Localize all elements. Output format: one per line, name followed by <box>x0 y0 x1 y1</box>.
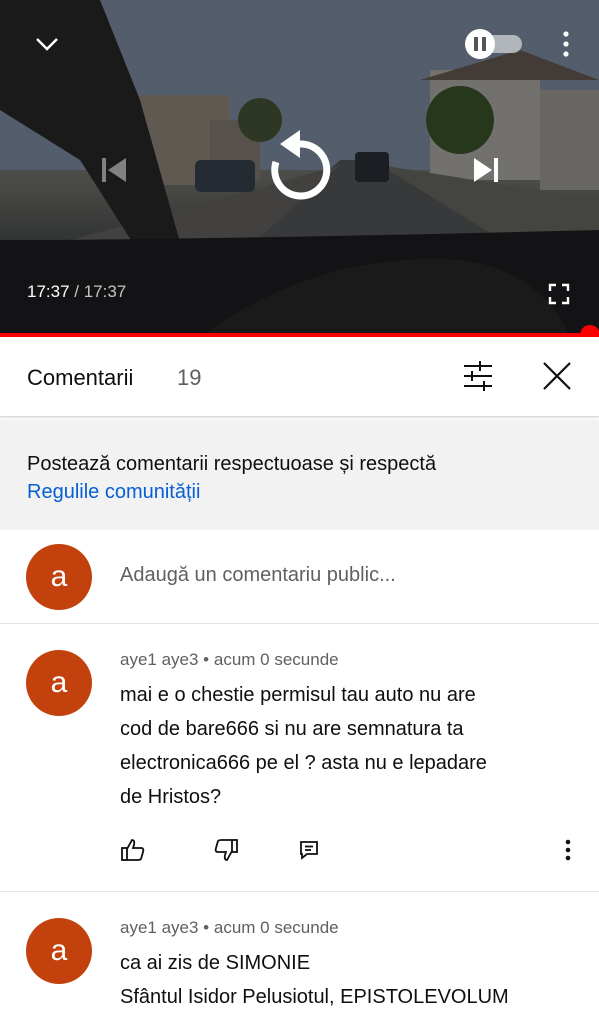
comments-title: Comentarii <box>27 365 134 390</box>
comments-header: Comentarii 19 <box>0 337 599 417</box>
autoplay-toggle-icon <box>465 29 522 59</box>
comment-time: acum 0 secunde <box>213 918 339 937</box>
duration: 17:37 <box>83 282 127 301</box>
autoplay-toggle[interactable] <box>460 28 526 60</box>
current-time: 17:37 <box>27 282 70 301</box>
time-separator: / <box>69 282 84 301</box>
dislike-button[interactable] <box>208 832 244 868</box>
comment-line: mai e o chestie permisul tau auto nu are <box>120 684 476 706</box>
comment-text[interactable]: mai e o chestie permisul tau auto nu are… <box>120 678 580 814</box>
sliders-icon <box>464 361 492 391</box>
more-vert-icon <box>563 31 569 57</box>
fullscreen-button[interactable] <box>544 280 574 308</box>
comment-author[interactable]: aye1 aye3 <box>120 650 198 669</box>
previous-icon <box>102 158 126 182</box>
add-comment-row[interactable]: a Adaugă un comentariu public... <box>0 530 599 624</box>
comment-more-button[interactable] <box>550 832 586 868</box>
replay-icon <box>271 130 331 200</box>
next-icon <box>474 158 498 182</box>
fullscreen-icon <box>548 283 570 305</box>
user-avatar: a <box>26 544 92 610</box>
comment-meta: aye1 aye3 • acum 0 secunde <box>120 650 339 669</box>
comment-line: ca ai zis de SIMONIE <box>120 952 311 974</box>
like-button[interactable] <box>115 832 151 868</box>
comment-line: Sfântul Isidor Pelusiotul, EPISTOLEVOLUM <box>120 986 509 1008</box>
sort-filter-button[interactable] <box>460 359 500 395</box>
reply-icon <box>300 841 318 860</box>
collapse-button[interactable] <box>28 28 66 60</box>
comment-item: a aye1 aye3 • acum 0 secunde mai e o che… <box>0 628 599 890</box>
time-display: 17:37 / 17:37 <box>27 282 126 302</box>
guidelines-text: Postează comentarii respectuoase și resp… <box>27 453 437 475</box>
commenter-avatar[interactable]: a <box>26 918 92 984</box>
divider <box>0 891 599 892</box>
community-guidelines-banner: Postează comentarii respectuoase și resp… <box>0 420 599 530</box>
add-comment-input[interactable]: Adaugă un comentariu public... <box>120 564 396 587</box>
previous-button[interactable] <box>92 148 136 192</box>
comment-time: acum 0 secunde <box>213 650 339 669</box>
thumbs-down-icon <box>214 839 238 861</box>
video-player[interactable]: 17:37 / 17:37 <box>0 0 599 337</box>
close-comments-button[interactable] <box>540 359 578 397</box>
more-options-button[interactable] <box>552 28 580 60</box>
thumbs-up-icon <box>121 839 145 861</box>
comment-line: cod de bare666 si nu are semnatura ta <box>120 718 464 740</box>
guidelines-link[interactable]: Regulile comunității <box>27 478 200 506</box>
comment-item: a aye1 aye3 • acum 0 secunde ca ai zis d… <box>0 896 599 1024</box>
close-icon <box>543 362 571 390</box>
comment-actions <box>0 832 599 872</box>
more-vert-icon <box>565 839 571 861</box>
comment-line: de Hristos? <box>120 786 222 808</box>
reply-button[interactable] <box>291 832 327 868</box>
comment-line: electronica666 pe el ? asta nu e lepadar… <box>120 752 487 774</box>
commenter-avatar[interactable]: a <box>26 650 92 716</box>
chevron-down-icon <box>36 38 58 51</box>
comment-meta: aye1 aye3 • acum 0 secunde <box>120 918 339 937</box>
comment-author[interactable]: aye1 aye3 <box>120 918 198 937</box>
comment-text[interactable]: ca ai zis de SIMONIE Sfântul Isidor Pelu… <box>120 946 580 1014</box>
comments-count: 19 <box>177 365 202 390</box>
next-button[interactable] <box>464 148 508 192</box>
replay-button[interactable] <box>264 128 336 208</box>
